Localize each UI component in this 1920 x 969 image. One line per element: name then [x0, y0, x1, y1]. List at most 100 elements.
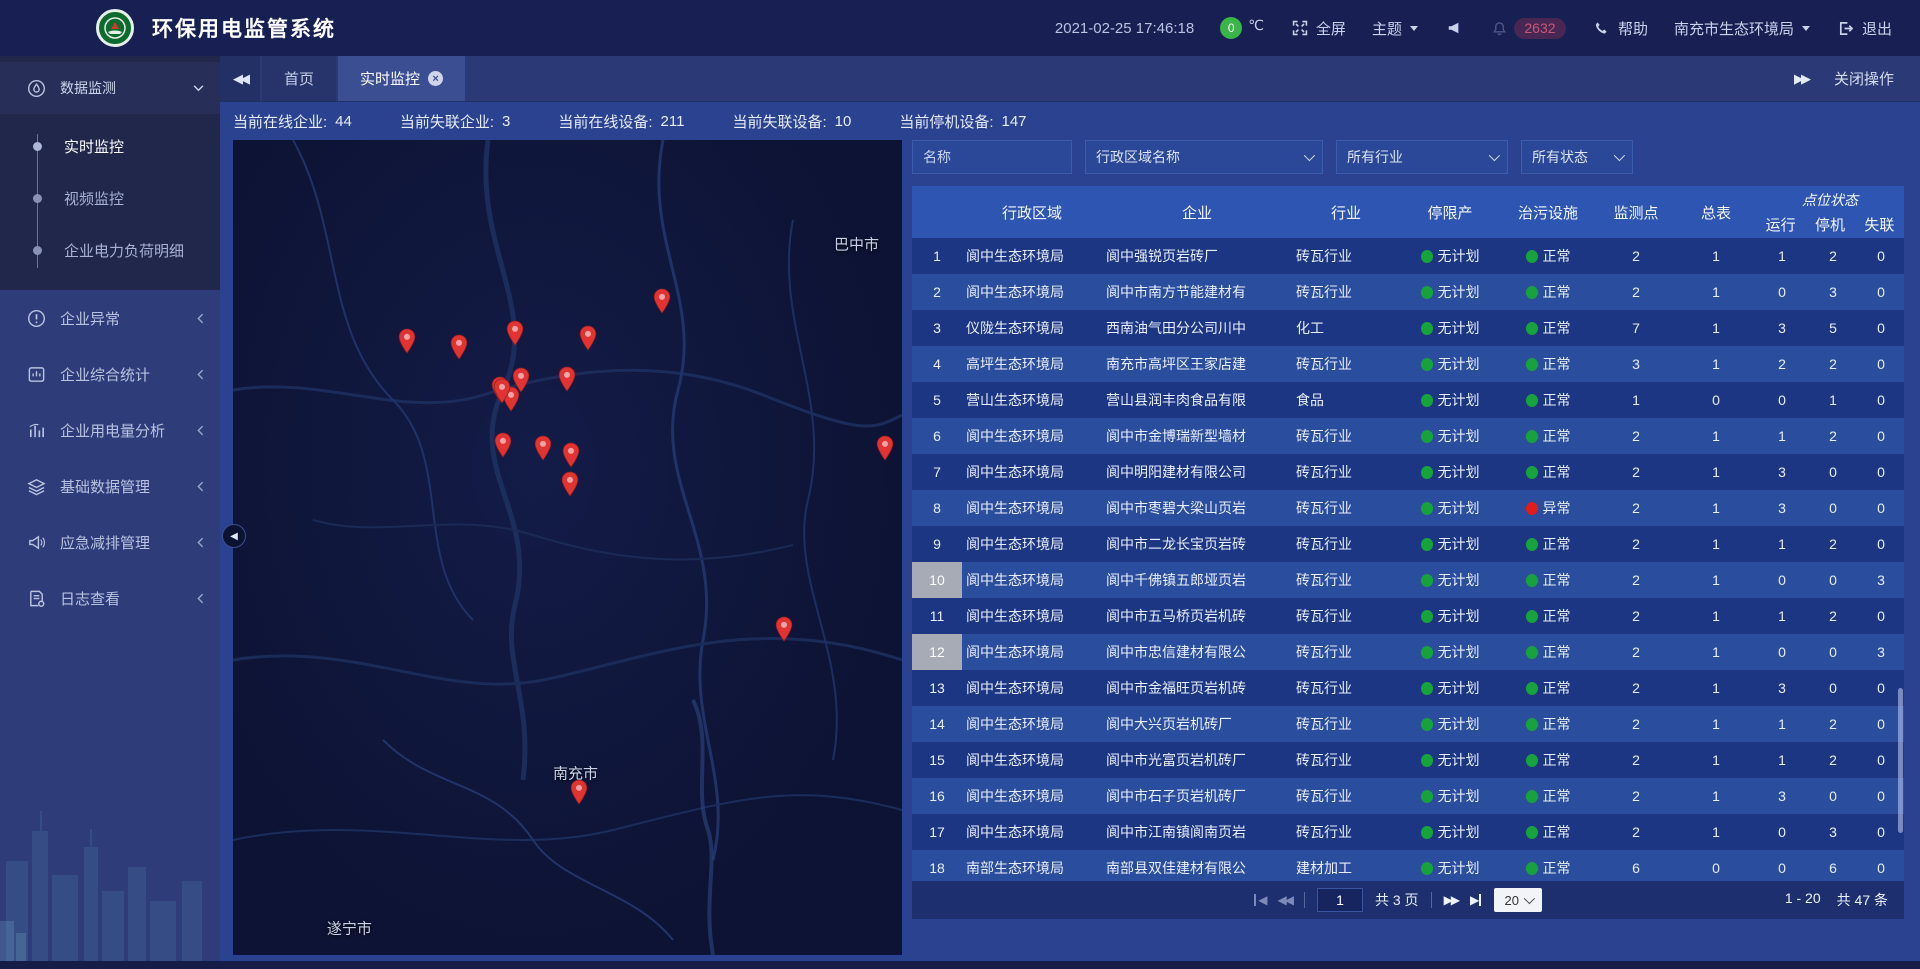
map-panel[interactable]: 巴中市南充市遂宁市 — [233, 140, 902, 955]
table-row[interactable]: 17 阆中生态环境局 阆中市江南镇阆南页岩 砖瓦行业 无计划 正常 2 1 0 … — [912, 814, 1904, 850]
column-header-company: 企业 — [1102, 202, 1292, 223]
map-pin-marker[interactable] — [558, 366, 576, 395]
sidebar-item-log-view[interactable]: 日志查看 — [0, 570, 220, 626]
region-select[interactable]: 行政区域名称 — [1085, 140, 1323, 174]
fullscreen-button[interactable]: 全屏 — [1290, 18, 1346, 39]
tab-home[interactable]: 首页 — [262, 56, 336, 101]
org-user-dropdown[interactable]: 南充市生态环境局 — [1674, 18, 1810, 39]
table-row[interactable]: 8 阆中生态环境局 阆中市枣碧大梁山页岩 砖瓦行业 无计划 异常 2 1 3 0… — [912, 490, 1904, 526]
map-pin-marker[interactable] — [506, 320, 524, 349]
row-points-cell: 2 — [1596, 248, 1676, 264]
row-run-cell: 1 — [1756, 536, 1808, 552]
stat-item: 当前失联企业: 3 — [400, 111, 511, 132]
tab-close-icon[interactable]: × — [428, 71, 443, 86]
map-pin-marker[interactable] — [579, 325, 597, 354]
page-number-input[interactable]: 1 — [1317, 888, 1363, 912]
green-status-dot-icon — [1421, 394, 1433, 407]
facility-status-dot-icon — [1526, 286, 1538, 299]
map-pin-marker[interactable] — [534, 435, 552, 464]
table-row[interactable]: 10 阆中生态环境局 阆中千佛镇五郎垭页岩 砖瓦行业 无计划 正常 2 1 0 … — [912, 562, 1904, 598]
table-row[interactable]: 13 阆中生态环境局 阆中市金福旺页岩机砖 砖瓦行业 无计划 正常 2 1 3 … — [912, 670, 1904, 706]
table-row[interactable]: 12 阆中生态环境局 阆中市忠信建材有限公 砖瓦行业 无计划 正常 2 1 0 … — [912, 634, 1904, 670]
industry-select[interactable]: 所有行业 — [1336, 140, 1508, 174]
close-operations-button[interactable]: 关闭操作 — [1834, 68, 1894, 89]
logout-button[interactable]: 退出 — [1836, 18, 1892, 39]
map-pin-marker[interactable] — [653, 288, 671, 317]
prev-page-button[interactable]: ◀◀ — [1278, 893, 1292, 907]
status-select-value: 所有状态 — [1532, 147, 1588, 167]
table-row[interactable]: 14 阆中生态环境局 阆中大兴页岩机砖厂 砖瓦行业 无计划 正常 2 1 1 2… — [912, 706, 1904, 742]
sidebar-subitem[interactable]: 实时监控 — [0, 120, 220, 172]
map-pin-marker[interactable] — [775, 616, 793, 645]
map-pin-marker[interactable] — [562, 442, 580, 471]
last-page-button[interactable]: ▶ — [1470, 893, 1482, 907]
facility-status-dot-icon — [1526, 718, 1538, 731]
row-region-cell: 阆中生态环境局 — [962, 570, 1102, 590]
notification-button[interactable]: 2632 — [1490, 18, 1566, 39]
tab-scroll-right-button[interactable]: ▶▶ — [1794, 71, 1808, 87]
status-select[interactable]: 所有状态 — [1521, 140, 1633, 174]
row-company-cell: 阆中市金博瑞新型墙材 — [1102, 426, 1292, 446]
row-index-cell: 3 — [912, 310, 962, 346]
table-row[interactable]: 4 高坪生态环境局 南充市高坪区王家店建 砖瓦行业 无计划 正常 3 1 2 2… — [912, 346, 1904, 382]
row-meter-cell: 1 — [1676, 788, 1756, 804]
table-row[interactable]: 2 阆中生态环境局 阆中市南方节能建材有 砖瓦行业 无计划 正常 2 1 0 3… — [912, 274, 1904, 310]
row-lost-cell: 0 — [1858, 428, 1904, 444]
table-row[interactable]: 9 阆中生态环境局 阆中市二龙长宝页岩砖 砖瓦行业 无计划 正常 2 1 1 2… — [912, 526, 1904, 562]
map-pin-marker[interactable] — [494, 432, 512, 461]
sound-toggle-button[interactable] — [1444, 18, 1464, 38]
row-industry-cell: 化工 — [1292, 318, 1400, 338]
row-industry-cell: 砖瓦行业 — [1292, 642, 1400, 662]
sidebar-item-company-abnormal[interactable]: 企业异常 — [0, 290, 220, 346]
tab-scroll-left-button[interactable]: ◀◀ — [220, 56, 260, 101]
row-region-cell: 阆中生态环境局 — [962, 282, 1102, 302]
map-collapse-button[interactable]: ◀ — [222, 524, 246, 548]
table-row[interactable]: 3 仪陇生态环境局 西南油气田分公司川中 化工 无计划 正常 7 1 3 5 0 — [912, 310, 1904, 346]
sidebar-item-emergency-reduction[interactable]: 应急减排管理 — [0, 514, 220, 570]
sidebar-item-company-statistics[interactable]: 企业综合统计 — [0, 346, 220, 402]
map-pin-marker[interactable] — [450, 334, 468, 363]
table-row[interactable]: 7 阆中生态环境局 阆中明阳建材有限公司 砖瓦行业 无计划 正常 2 1 3 0… — [912, 454, 1904, 490]
row-run-cell: 3 — [1756, 320, 1808, 336]
name-search-input[interactable] — [912, 140, 1072, 174]
map-pin-marker[interactable] — [398, 328, 416, 357]
chevron-down-icon — [1614, 150, 1625, 161]
row-run-cell: 1 — [1756, 428, 1808, 444]
table-scrollbar-thumb[interactable] — [1898, 688, 1903, 833]
row-industry-cell: 砖瓦行业 — [1292, 426, 1400, 446]
pagination-bar: ◀ ◀◀ 1 共 3 页 ▶▶ ▶ 20 1 - 20 共 47 条 — [912, 881, 1904, 919]
row-points-cell: 2 — [1596, 572, 1676, 588]
theme-dropdown[interactable]: 主题 — [1372, 18, 1418, 39]
sidebar-item-power-analysis[interactable]: 企业用电量分析 — [0, 402, 220, 458]
row-company-cell: 阆中市枣碧大梁山页岩 — [1102, 498, 1292, 518]
next-page-button[interactable]: ▶▶ — [1444, 893, 1458, 907]
table-row[interactable]: 18 南部生态环境局 南部县双佳建材有限公 建材加工 无计划 正常 6 0 0 … — [912, 850, 1904, 881]
table-row[interactable]: 1 阆中生态环境局 阆中强锐页岩砖厂 砖瓦行业 无计划 正常 2 1 1 2 0 — [912, 238, 1904, 274]
map-pin-marker[interactable] — [493, 378, 511, 407]
megaphone-icon — [26, 532, 46, 552]
sidebar-subitem[interactable]: 视频监控 — [0, 172, 220, 224]
row-index-cell: 15 — [912, 742, 962, 778]
column-header-meter: 总表 — [1676, 202, 1756, 223]
table-row[interactable]: 16 阆中生态环境局 阆中市石子页岩机砖厂 砖瓦行业 无计划 正常 2 1 3 … — [912, 778, 1904, 814]
tab-realtime-monitor[interactable]: 实时监控 × — [338, 56, 465, 101]
row-lost-cell: 0 — [1858, 248, 1904, 264]
row-points-cell: 2 — [1596, 428, 1676, 444]
table-row[interactable]: 11 阆中生态环境局 阆中市五马桥页岩机砖 砖瓦行业 无计划 正常 2 1 1 … — [912, 598, 1904, 634]
table-row[interactable]: 15 阆中生态环境局 阆中市光富页岩机砖厂 砖瓦行业 无计划 正常 2 1 1 … — [912, 742, 1904, 778]
chevron-down-icon — [1524, 893, 1535, 904]
row-run-cell: 3 — [1756, 500, 1808, 516]
first-page-button[interactable]: ◀ — [1253, 893, 1265, 907]
sidebar-item-base-data[interactable]: 基础数据管理 — [0, 458, 220, 514]
app-header: 环保用电监管系统 2021-02-25 17:46:18 0 ℃ 全屏 主题 2… — [0, 0, 1920, 56]
row-points-cell: 2 — [1596, 500, 1676, 516]
table-row[interactable]: 6 阆中生态环境局 阆中市金博瑞新型墙材 砖瓦行业 无计划 正常 2 1 1 2… — [912, 418, 1904, 454]
sidebar-item-data-monitoring[interactable]: 数据监测 — [0, 62, 220, 114]
page-size-select[interactable]: 20 — [1494, 888, 1542, 912]
map-pin-marker[interactable] — [561, 471, 579, 500]
sidebar-subitem[interactable]: 企业电力负荷明细 — [0, 224, 220, 276]
table-row[interactable]: 5 营山生态环境局 营山县润丰肉食品有限 食品 无计划 正常 1 0 0 1 0 — [912, 382, 1904, 418]
map-pin-marker[interactable] — [570, 779, 588, 808]
map-pin-marker[interactable] — [876, 435, 894, 464]
help-button[interactable]: 帮助 — [1592, 18, 1648, 39]
